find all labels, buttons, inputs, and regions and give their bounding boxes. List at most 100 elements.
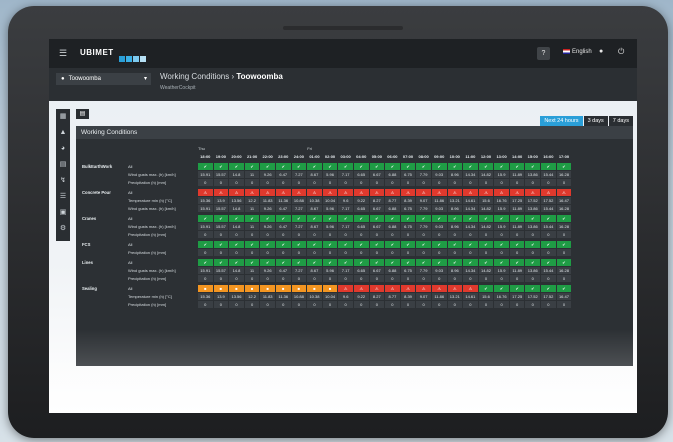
value-cell[interactable]: 0 bbox=[478, 275, 494, 282]
sidebar-item-calendar[interactable]: ▣ bbox=[56, 205, 70, 221]
status-critical-cell[interactable]: ⚠ bbox=[369, 189, 385, 196]
value-cell[interactable]: 15.57 bbox=[213, 223, 229, 230]
value-cell[interactable]: 8.27 bbox=[369, 293, 385, 300]
status-critical-cell[interactable]: ⚠ bbox=[400, 189, 416, 196]
value-cell[interactable]: 13.86 bbox=[525, 171, 541, 178]
value-cell[interactable]: 17.52 bbox=[525, 197, 541, 204]
status-warning-cell[interactable]: ■ bbox=[275, 285, 291, 292]
sidebar-item-lightning[interactable]: ↯ bbox=[56, 173, 70, 189]
status-ok-cell[interactable]: ✔ bbox=[291, 215, 307, 222]
value-cell[interactable]: 0 bbox=[416, 301, 431, 308]
value-cell[interactable]: 17.25 bbox=[509, 197, 525, 204]
value-cell[interactable]: 0 bbox=[416, 231, 431, 238]
status-ok-cell[interactable]: ✔ bbox=[369, 241, 385, 248]
value-cell[interactable]: 6.65 bbox=[353, 223, 369, 230]
value-cell[interactable]: 7.17 bbox=[338, 205, 353, 212]
status-ok-cell[interactable]: ✔ bbox=[463, 241, 478, 248]
value-cell[interactable]: 0 bbox=[463, 301, 478, 308]
value-cell[interactable]: 0 bbox=[525, 231, 541, 238]
status-critical-cell[interactable]: ⚠ bbox=[447, 285, 463, 292]
value-cell[interactable]: 6.67 bbox=[369, 171, 385, 178]
value-cell[interactable]: 6.47 bbox=[275, 205, 291, 212]
status-warning-cell[interactable]: ■ bbox=[322, 285, 338, 292]
value-cell[interactable]: 9.26 bbox=[260, 223, 275, 230]
status-ok-cell[interactable]: ✔ bbox=[525, 163, 541, 170]
value-cell[interactable]: 0 bbox=[322, 275, 338, 282]
value-cell[interactable]: 15.9 bbox=[494, 267, 509, 274]
value-cell[interactable]: 14.34 bbox=[463, 267, 478, 274]
value-cell[interactable]: 0 bbox=[400, 231, 416, 238]
status-ok-cell[interactable]: ✔ bbox=[541, 163, 556, 170]
value-cell[interactable]: 0 bbox=[556, 301, 572, 308]
status-ok-cell[interactable]: ✔ bbox=[307, 241, 322, 248]
value-cell[interactable]: 0 bbox=[541, 249, 556, 256]
value-cell[interactable]: 5.96 bbox=[322, 205, 338, 212]
value-cell[interactable]: 15.36 bbox=[198, 197, 213, 204]
sidebar-item-warnings[interactable]: ▲ bbox=[56, 125, 70, 141]
value-cell[interactable]: 0 bbox=[541, 179, 556, 186]
value-cell[interactable]: 0 bbox=[322, 301, 338, 308]
value-cell[interactable]: 0 bbox=[400, 179, 416, 186]
value-cell[interactable]: 0 bbox=[213, 249, 229, 256]
value-cell[interactable]: 9.26 bbox=[260, 171, 275, 178]
value-cell[interactable]: 0 bbox=[369, 275, 385, 282]
value-cell[interactable]: 6.75 bbox=[400, 205, 416, 212]
status-critical-cell[interactable]: ⚠ bbox=[416, 285, 431, 292]
status-critical-cell[interactable]: ⚠ bbox=[509, 189, 525, 196]
value-cell[interactable]: 0 bbox=[541, 231, 556, 238]
value-cell[interactable]: 0 bbox=[244, 179, 260, 186]
value-cell[interactable]: 0 bbox=[509, 301, 525, 308]
value-cell[interactable]: 13.86 bbox=[525, 267, 541, 274]
status-ok-cell[interactable]: ✔ bbox=[353, 241, 369, 248]
value-cell[interactable]: 7.17 bbox=[338, 171, 353, 178]
value-cell[interactable]: 13.21 bbox=[447, 293, 463, 300]
status-ok-cell[interactable]: ✔ bbox=[416, 163, 431, 170]
status-ok-cell[interactable]: ✔ bbox=[229, 259, 244, 266]
value-cell[interactable]: 0 bbox=[416, 179, 431, 186]
status-ok-cell[interactable]: ✔ bbox=[541, 241, 556, 248]
status-ok-cell[interactable]: ✔ bbox=[275, 259, 291, 266]
value-cell[interactable]: 0 bbox=[556, 249, 572, 256]
status-ok-cell[interactable]: ✔ bbox=[229, 241, 244, 248]
value-cell[interactable]: 6.47 bbox=[275, 171, 291, 178]
value-cell[interactable]: 17.52 bbox=[541, 293, 556, 300]
value-cell[interactable]: 0 bbox=[385, 301, 400, 308]
value-cell[interactable]: 0 bbox=[494, 275, 509, 282]
value-cell[interactable]: 7.27 bbox=[291, 171, 307, 178]
value-cell[interactable]: 6.88 bbox=[385, 267, 400, 274]
value-cell[interactable]: 0 bbox=[275, 231, 291, 238]
status-ok-cell[interactable]: ✔ bbox=[463, 163, 478, 170]
value-cell[interactable]: 15.9 bbox=[494, 223, 509, 230]
value-cell[interactable]: 12.2 bbox=[244, 197, 260, 204]
status-critical-cell[interactable]: ⚠ bbox=[431, 189, 447, 196]
status-ok-cell[interactable]: ✔ bbox=[509, 285, 525, 292]
location-select[interactable]: ● Toowoomba ▾ bbox=[56, 73, 151, 85]
value-cell[interactable]: 0 bbox=[244, 249, 260, 256]
status-ok-cell[interactable]: ✔ bbox=[447, 241, 463, 248]
value-cell[interactable]: 15.6 bbox=[478, 197, 494, 204]
value-cell[interactable]: 0 bbox=[229, 301, 244, 308]
value-cell[interactable]: 0 bbox=[385, 249, 400, 256]
value-cell[interactable]: 8.96 bbox=[447, 171, 463, 178]
value-cell[interactable]: 6.65 bbox=[353, 267, 369, 274]
value-cell[interactable]: 8.39 bbox=[400, 293, 416, 300]
value-cell[interactable]: 10.38 bbox=[307, 197, 322, 204]
status-ok-cell[interactable]: ✔ bbox=[556, 259, 572, 266]
status-ok-cell[interactable]: ✔ bbox=[400, 215, 416, 222]
status-ok-cell[interactable]: ✔ bbox=[353, 163, 369, 170]
value-cell[interactable]: 14.8 bbox=[229, 223, 244, 230]
value-cell[interactable]: 9.03 bbox=[431, 205, 447, 212]
status-ok-cell[interactable]: ✔ bbox=[213, 241, 229, 248]
status-ok-cell[interactable]: ✔ bbox=[213, 215, 229, 222]
value-cell[interactable]: 11.89 bbox=[509, 267, 525, 274]
value-cell[interactable]: 7.27 bbox=[291, 223, 307, 230]
value-cell[interactable]: 15.91 bbox=[198, 267, 213, 274]
value-cell[interactable]: 0 bbox=[275, 179, 291, 186]
value-cell[interactable]: 13.56 bbox=[229, 197, 244, 204]
status-critical-cell[interactable]: ⚠ bbox=[244, 189, 260, 196]
value-cell[interactable]: 15.6 bbox=[478, 293, 494, 300]
status-ok-cell[interactable]: ✔ bbox=[213, 163, 229, 170]
value-cell[interactable]: 0 bbox=[494, 249, 509, 256]
value-cell[interactable]: 8.96 bbox=[447, 223, 463, 230]
value-cell[interactable]: 13.56 bbox=[229, 293, 244, 300]
